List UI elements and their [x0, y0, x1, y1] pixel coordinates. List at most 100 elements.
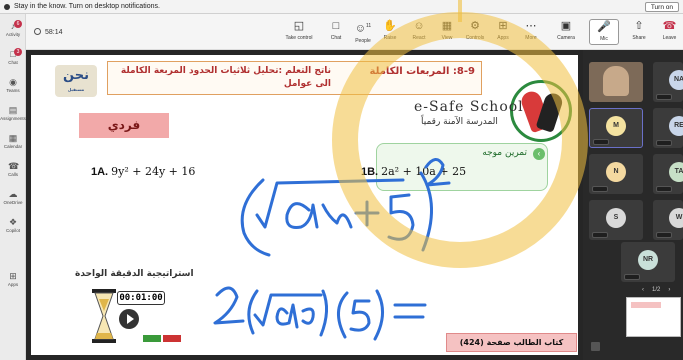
- rail-item-activity[interactable]: ♪ 6 Activity: [0, 20, 26, 37]
- apps-button[interactable]: ⊞ Apps: [488, 20, 518, 41]
- phone-icon: ☎: [8, 161, 20, 171]
- rail-label: Calendar: [3, 144, 23, 149]
- assignments-icon: ▤: [8, 105, 18, 115]
- rail-item-calendar[interactable]: ▦ Calendar: [0, 134, 26, 150]
- elapsed-time: 58:14: [45, 29, 63, 36]
- participant-avatar: RE: [669, 116, 683, 136]
- ink-5: [349, 299, 371, 332]
- ink-paren-1: [247, 289, 259, 335]
- rail-item-chat[interactable]: □ 3 Chat: [0, 48, 26, 65]
- meeting-toolbar: 58:14 ◱ Take control □ Chat ☺11 People ✋ Rai…: [26, 14, 683, 50]
- ink-2a-2: [275, 303, 299, 329]
- ink-paren-3: [337, 291, 349, 339]
- people-icon: ☺11: [354, 22, 372, 35]
- ink-plus: [354, 200, 380, 227]
- mic-off-icon: [593, 139, 609, 145]
- participant-pager[interactable]: ‹ 1/2 ›: [638, 287, 674, 293]
- button-label: More: [525, 35, 537, 41]
- leave-button[interactable]: ☎ Leave: [656, 20, 683, 41]
- shield-icon: [34, 28, 41, 35]
- button-label: Leave: [662, 35, 677, 41]
- button-label: Take control: [285, 35, 313, 41]
- plus-icon: ⊞: [9, 271, 17, 281]
- page-indicator: 1/2: [652, 287, 661, 293]
- share-button[interactable]: ⇧ Share: [624, 20, 654, 41]
- rail-item-calls[interactable]: ☎ Calls: [0, 161, 26, 178]
- camera-off-icon: ▣: [560, 20, 572, 32]
- phone-leave-icon: ☎: [662, 20, 677, 32]
- copilot-icon: ❖: [8, 217, 18, 227]
- participant-avatar: W: [669, 208, 683, 228]
- shared-screen: نحن مستقبل 8-9: المربعات الكاملة ناتج الت…: [26, 50, 583, 360]
- rail-item-apps[interactable]: ⊞ Apps: [0, 271, 26, 288]
- react-button[interactable]: ☺ React: [404, 20, 434, 41]
- button-label: Camera: [557, 35, 575, 41]
- ink-coef-2: [213, 286, 245, 325]
- chevron-left-icon[interactable]: ‹: [642, 287, 644, 293]
- ink-paren-2: [319, 289, 328, 337]
- participant-tile-re[interactable]: RE: [653, 108, 683, 148]
- mic-off-icon: [592, 186, 608, 192]
- button-label: Apps: [497, 35, 509, 41]
- share-icon: ⇧: [634, 20, 644, 32]
- participant-avatar: TA: [669, 162, 683, 182]
- turn-on-button[interactable]: Turn on: [644, 2, 679, 12]
- cloud-icon: ☁: [8, 189, 18, 199]
- raise-hand-button[interactable]: ✋ Raise: [375, 20, 405, 41]
- mic-off-icon: [656, 140, 672, 146]
- view-button[interactable]: ▦ View: [432, 20, 462, 41]
- chat-button[interactable]: □ Chat: [321, 20, 351, 41]
- shared-screen-thumbnail[interactable]: [626, 297, 681, 337]
- teams-meeting-window: Stay in the know. Turn on desktop notifi…: [0, 0, 683, 360]
- mic-off-icon: [656, 94, 672, 100]
- handwriting-layer: [213, 158, 451, 341]
- view-icon: ▦: [441, 20, 453, 32]
- stop-sharing-icon[interactable]: [591, 342, 600, 351]
- mic-off-icon: [592, 232, 608, 238]
- participant-tile-nr[interactable]: NR: [621, 242, 675, 282]
- app-rail: ♪ 6 Activity □ 3 Chat ◉ Teams ▤ Assignme…: [0, 14, 26, 360]
- notification-text: Stay in the know. Turn on desktop notifi…: [14, 3, 160, 10]
- participant-video-tile[interactable]: [589, 62, 643, 102]
- button-label: React: [412, 35, 426, 41]
- rail-item-copilot[interactable]: ❖ Copilot: [0, 217, 26, 234]
- participant-avatar: N: [606, 162, 626, 182]
- button-label: Controls: [465, 35, 485, 41]
- more-button[interactable]: ⋯ More: [516, 20, 546, 41]
- participant-tile-m[interactable]: M: [589, 108, 643, 148]
- button-label: Chat: [330, 35, 342, 41]
- participant-face: [603, 66, 629, 96]
- people-button[interactable]: ☺11 People: [348, 20, 378, 44]
- people-count: 11: [366, 23, 372, 29]
- participant-avatar: NR: [638, 250, 658, 270]
- rail-item-teams[interactable]: ◉ Teams: [0, 78, 26, 94]
- participant-tile-n[interactable]: N: [589, 154, 643, 194]
- rail-label: Apps: [7, 282, 19, 287]
- rail-label: OneDrive: [3, 200, 23, 205]
- button-label: People: [355, 37, 371, 44]
- rail-item-onedrive[interactable]: ☁ OneDrive: [0, 189, 26, 206]
- participant-avatar: S: [606, 208, 626, 228]
- participant-tile-ta[interactable]: TA: [653, 154, 683, 194]
- notification-bar: Stay in the know. Turn on desktop notifi…: [0, 0, 683, 14]
- button-label: View: [441, 35, 453, 41]
- smile-icon: ☺: [413, 20, 425, 32]
- button-label: Share: [632, 35, 646, 41]
- take-control-button[interactable]: ◱ Take control: [284, 20, 314, 41]
- participant-tile-s[interactable]: S: [589, 200, 643, 240]
- mic-off-icon: [656, 186, 672, 192]
- chevron-right-icon[interactable]: ›: [668, 287, 670, 293]
- rail-label: Chat: [8, 60, 18, 65]
- presentation-slide: نحن مستقبل 8-9: المربعات الكاملة ناتج الت…: [31, 55, 578, 355]
- button-label: Mic: [600, 36, 608, 42]
- camera-button[interactable]: ▣ Camera: [551, 20, 581, 41]
- controls-button[interactable]: ⚙ Controls: [460, 20, 490, 41]
- rail-label: Calls: [7, 172, 18, 177]
- ink-open-paren: [240, 178, 271, 257]
- activity-badge: 6: [14, 20, 22, 28]
- participant-tile-na[interactable]: NA: [653, 62, 683, 102]
- rail-label: Activity: [5, 32, 21, 37]
- mic-button[interactable]: 🎤 Mic: [589, 19, 619, 45]
- participant-tile-w[interactable]: W: [653, 200, 683, 240]
- rail-item-assignments[interactable]: ▤ Assignments: [0, 105, 26, 122]
